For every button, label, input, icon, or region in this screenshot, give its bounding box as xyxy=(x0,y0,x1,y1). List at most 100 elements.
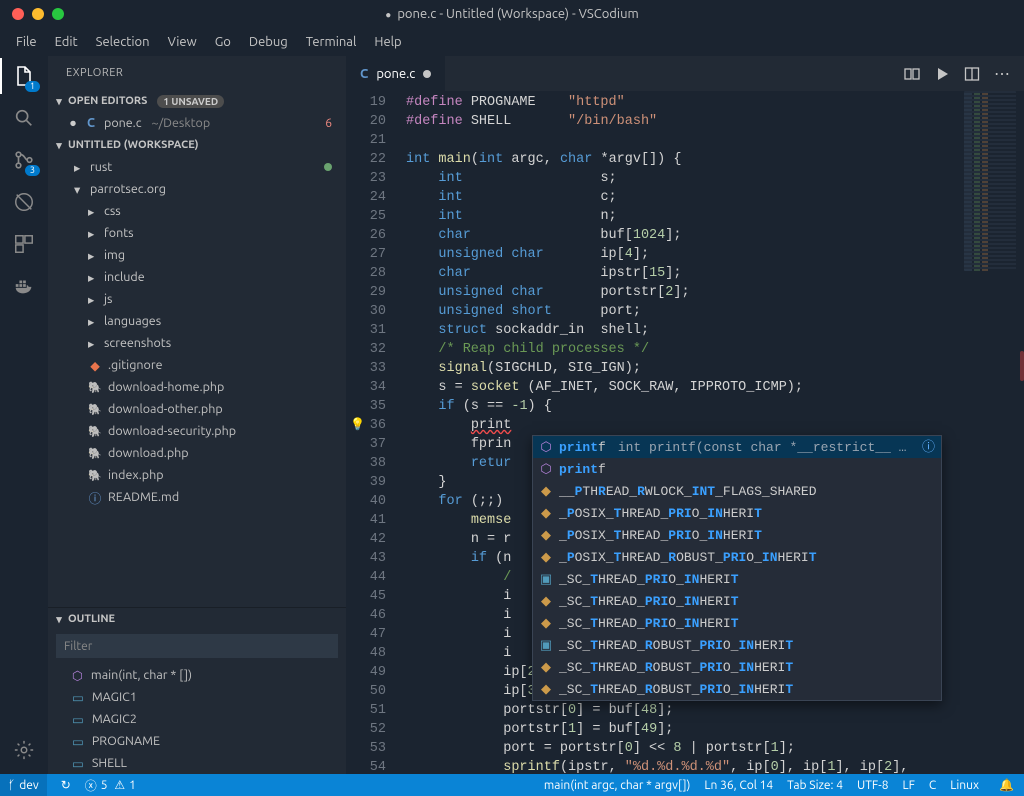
chevron-right-icon: ▸ xyxy=(88,226,98,241)
chevron-right-icon: ▸ xyxy=(88,270,98,285)
modified-dot-icon xyxy=(324,163,332,171)
suggest-item[interactable]: ◆_POSIX_THREAD_PRIO_INHERIT xyxy=(533,524,941,546)
suggest-item[interactable]: ◆__PTHREAD_RWLOCK_INT_FLAGS_SHARED xyxy=(533,480,941,502)
menu-terminal[interactable]: Terminal xyxy=(298,31,365,53)
tree-root-rust[interactable]: ▸rust xyxy=(48,156,346,178)
suggest-item[interactable]: ◆_SC_THREAD_ROBUST_PRIO_INHERIT xyxy=(533,678,941,700)
status-position[interactable]: Ln 36, Col 14 xyxy=(704,779,773,792)
activity-settings-icon[interactable] xyxy=(12,738,36,762)
tree-item[interactable]: ▸screenshots xyxy=(48,332,346,354)
tree-item[interactable]: ◆.gitignore xyxy=(48,354,346,376)
php-file-icon: 🐘 xyxy=(88,425,102,438)
split-editor-icon[interactable] xyxy=(964,66,980,82)
suggest-item[interactable]: ◆_POSIX_THREAD_ROBUST_PRIO_INHERIT xyxy=(533,546,941,568)
suggest-item[interactable]: ◆_POSIX_THREAD_PRIO_INHERIT xyxy=(533,502,941,524)
open-editors-header[interactable]: ▾ OPEN EDITORS 1 UNSAVED xyxy=(48,90,346,112)
minimize-window-icon[interactable] xyxy=(32,8,44,20)
const-icon: ◆ xyxy=(539,504,553,523)
suggest-item[interactable]: ▣_SC_THREAD_PRIO_INHERIT xyxy=(533,568,941,590)
menu-edit[interactable]: Edit xyxy=(47,31,86,53)
editor-title-actions: ⋯ xyxy=(904,56,1024,91)
status-problems[interactable]: ⓧ 5 ⚠ 1 xyxy=(85,777,136,794)
outline-header[interactable]: ▾ OUTLINE xyxy=(48,608,346,630)
status-language[interactable]: C xyxy=(929,779,936,792)
activity-extensions-icon[interactable] xyxy=(12,232,36,256)
tab-pone-c[interactable]: C pone.c xyxy=(346,56,445,91)
php-file-icon: 🐘 xyxy=(88,469,102,482)
code-editor[interactable]: 1920212223242526272829303132333435💡36373… xyxy=(346,91,1024,774)
run-icon[interactable] xyxy=(934,66,950,82)
php-file-icon: 🐘 xyxy=(88,403,102,416)
tree-item[interactable]: ▸include xyxy=(48,266,346,288)
chevron-right-icon: ▸ xyxy=(88,314,98,329)
menubar: FileEditSelectionViewGoDebugTerminalHelp xyxy=(0,28,1024,56)
menu-debug[interactable]: Debug xyxy=(241,31,296,53)
suggest-item[interactable]: ◆_SC_THREAD_ROBUST_PRIO_INHERIT xyxy=(533,656,941,678)
chevron-down-icon: ▾ xyxy=(54,95,64,108)
suggest-item[interactable]: ⬡printf xyxy=(533,458,941,480)
notifications-icon[interactable]: 🔔 xyxy=(999,778,1014,792)
tree-item[interactable]: ▸img xyxy=(48,244,346,266)
suggest-item[interactable]: ◆_SC_THREAD_PRIO_INHERIT xyxy=(533,612,941,634)
tree-item[interactable]: 🐘download-home.php xyxy=(48,376,346,398)
activity-search-icon[interactable] xyxy=(12,106,36,130)
outline-item[interactable]: ⬡main(int, char * []) xyxy=(48,664,346,686)
tree-item[interactable]: ▸css xyxy=(48,200,346,222)
info-file-icon: ⓘ xyxy=(88,488,102,507)
status-context[interactable]: main(int argc, char * argv[]) xyxy=(544,779,690,792)
method-icon: ⬡ xyxy=(539,438,553,457)
editor-group: C pone.c ⋯ 19202122232425262728293031323… xyxy=(346,56,1024,774)
outline-section: ▾ OUTLINE Filter ⬡main(int, char * [])▭M… xyxy=(48,607,346,774)
tree-item[interactable]: ⓘREADME.md xyxy=(48,486,346,508)
dirty-dot-icon: ● xyxy=(68,116,78,130)
status-sync[interactable]: ↻ xyxy=(61,778,71,792)
editor-tabs: C pone.c ⋯ xyxy=(346,56,1024,91)
compare-icon[interactable] xyxy=(904,66,920,82)
info-icon[interactable]: ⓘ xyxy=(922,438,935,457)
tree-item[interactable]: ▸js xyxy=(48,288,346,310)
status-os[interactable]: Linux xyxy=(950,779,979,792)
tree-item[interactable]: 🐘download-other.php xyxy=(48,398,346,420)
lightbulb-icon[interactable]: 💡 xyxy=(350,416,364,435)
workspace-header[interactable]: ▾ UNTITLED (WORKSPACE) xyxy=(48,134,346,156)
status-encoding[interactable]: UTF-8 xyxy=(857,779,888,792)
menu-help[interactable]: Help xyxy=(366,31,409,53)
activity-explorer-icon[interactable]: 1 xyxy=(12,64,36,88)
menu-file[interactable]: File xyxy=(8,31,45,53)
outline-item[interactable]: ▭MAGIC1 xyxy=(48,686,346,708)
activity-debug-icon[interactable] xyxy=(12,190,36,214)
explorer-badge: 1 xyxy=(25,81,40,92)
outline-item[interactable]: ▭SHELL xyxy=(48,752,346,774)
suggest-item[interactable]: ◆_SC_THREAD_PRIO_INHERIT xyxy=(533,590,941,612)
suggest-item[interactable]: ▣_SC_THREAD_ROBUST_PRIO_INHERIT xyxy=(533,634,941,656)
chevron-right-icon: ▸ xyxy=(88,292,98,307)
suggest-widget[interactable]: ⬡printfint printf(const char *__restrict… xyxy=(532,435,942,701)
tree-item[interactable]: 🐘download-security.php xyxy=(48,420,346,442)
close-window-icon[interactable] xyxy=(12,8,24,20)
minimap[interactable] xyxy=(964,91,1016,271)
status-tab-size[interactable]: Tab Size: 4 xyxy=(787,779,843,792)
tree-item[interactable]: ▸languages xyxy=(48,310,346,332)
outline-filter-input[interactable]: Filter xyxy=(56,634,338,658)
status-branch[interactable]: ᚶ dev xyxy=(0,774,47,796)
more-actions-icon[interactable]: ⋯ xyxy=(994,66,1010,82)
open-editor-item[interactable]: ● C pone.c ~/Desktop 6 xyxy=(48,112,346,134)
status-bar: ᚶ dev ↻ ⓧ 5 ⚠ 1 main(int argc, char * ar… xyxy=(0,774,1024,796)
tree-root-parrotsec.org[interactable]: ▾parrotsec.org xyxy=(48,178,346,200)
constant-icon: ▭ xyxy=(72,690,84,705)
outline-item[interactable]: ▭PROGNAME xyxy=(48,730,346,752)
menu-go[interactable]: Go xyxy=(207,31,239,53)
status-eol[interactable]: LF xyxy=(902,779,914,792)
chevron-icon: ▾ xyxy=(74,182,84,197)
activity-docker-icon[interactable] xyxy=(12,274,36,298)
tree-item[interactable]: ▸fonts xyxy=(48,222,346,244)
menu-view[interactable]: View xyxy=(160,31,205,53)
outline-item[interactable]: ▭MAGIC2 xyxy=(48,708,346,730)
menu-selection[interactable]: Selection xyxy=(88,31,158,53)
maximize-window-icon[interactable] xyxy=(52,8,64,20)
activity-scm-icon[interactable]: 3 xyxy=(12,148,36,172)
suggest-item[interactable]: ⬡printfint printf(const char *__restrict… xyxy=(533,436,941,458)
php-file-icon: 🐘 xyxy=(88,381,102,394)
tree-item[interactable]: 🐘download.php xyxy=(48,442,346,464)
tree-item[interactable]: 🐘index.php xyxy=(48,464,346,486)
